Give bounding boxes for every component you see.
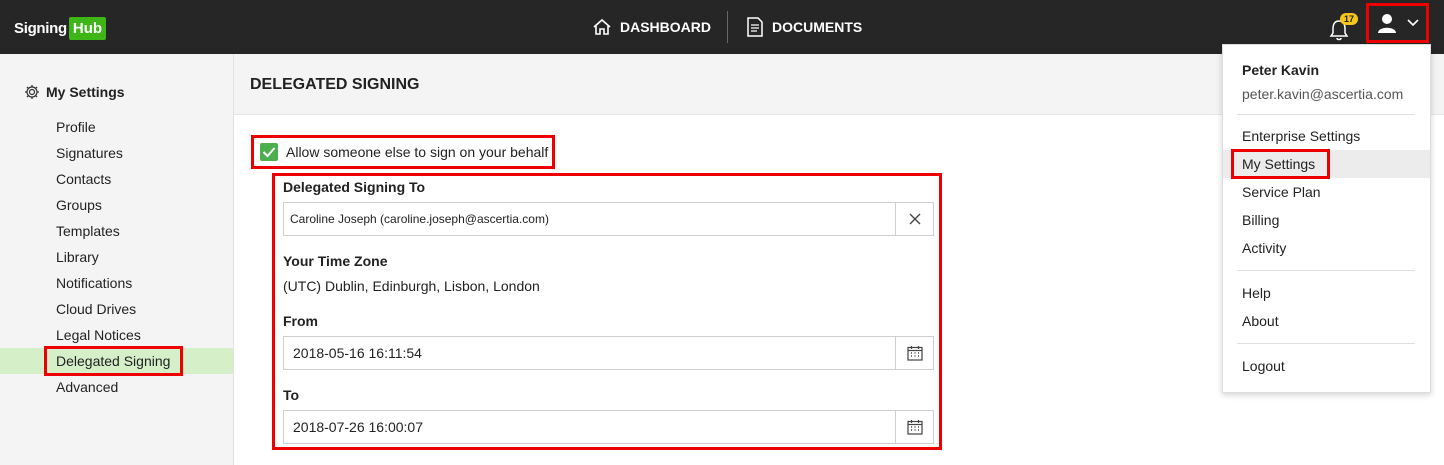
sidebar-item-legal-notices[interactable]: Legal Notices [56,322,141,348]
user-menu-button[interactable] [1366,3,1429,43]
calendar-icon [906,346,923,361]
from-date-value: 2018-05-16 16:11:54 [293,345,422,361]
logo-text-signing: Signing [14,19,67,37]
signinghub-logo[interactable]: Signing Hub [14,14,107,42]
menu-item-about[interactable]: About [1242,307,1279,335]
allow-delegation-option[interactable]: Allow someone else to sign on your behal… [251,135,555,169]
sidebar-title-label: My Settings [46,84,125,100]
nav-separator [727,11,728,43]
sidebar-item-cloud-drives[interactable]: Cloud Drives [56,296,136,322]
user-dropdown-menu: Peter Kavin peter.kavin@ascertia.com Ent… [1222,44,1431,393]
menu-item-activity[interactable]: Activity [1242,234,1286,262]
nav-dashboard[interactable]: DASHBOARD [592,0,711,54]
user-icon [1377,14,1396,33]
to-calendar-button[interactable] [895,411,933,443]
menu-item-help[interactable]: Help [1242,279,1271,307]
sidebar-item-groups[interactable]: Groups [56,192,102,218]
gear-icon [25,85,39,99]
from-calendar-button[interactable] [895,337,933,369]
user-name: Peter Kavin [1242,62,1320,78]
nav-documents-label: DOCUMENTS [772,19,863,35]
allow-delegation-label: Allow someone else to sign on your behal… [286,144,549,160]
settings-sidebar: My Settings Profile Signatures Contacts … [0,54,234,465]
to-date-input[interactable]: 2018-07-26 16:00:07 [283,410,934,444]
menu-item-logout[interactable]: Logout [1242,352,1285,380]
to-label: To [283,387,300,403]
calendar-icon [906,420,923,435]
to-date-value: 2018-07-26 16:00:07 [293,419,423,435]
notification-count-badge: 17 [1340,13,1359,25]
sidebar-active-callout [44,346,183,376]
sidebar-item-contacts[interactable]: Contacts [56,166,111,192]
nav-dashboard-label: DASHBOARD [620,19,711,35]
sidebar-item-library[interactable]: Library [56,244,99,270]
home-icon [593,18,611,35]
checkmark-icon [262,147,276,158]
sidebar-item-advanced[interactable]: Advanced [56,374,118,400]
sidebar-title: My Settings [24,84,125,100]
user-email: peter.kavin@ascertia.com [1242,86,1404,102]
close-icon [909,213,920,225]
sidebar-item-templates[interactable]: Templates [56,218,120,244]
from-date-input[interactable]: 2018-05-16 16:11:54 [283,336,934,370]
clear-delegate-button[interactable] [895,203,933,235]
menu-item-service-plan[interactable]: Service Plan [1242,178,1321,206]
document-icon [747,17,763,37]
delegate-to-label: Delegated Signing To [283,179,426,195]
menu-item-enterprise-settings[interactable]: Enterprise Settings [1242,122,1360,150]
menu-divider [1237,343,1415,344]
timezone-label: Your Time Zone [283,253,388,269]
chevron-down-icon [1406,19,1419,27]
timezone-value: (UTC) Dublin, Edinburgh, Lisbon, London [283,278,540,294]
menu-item-billing[interactable]: Billing [1242,206,1279,234]
sidebar-item-signatures[interactable]: Signatures [56,140,123,166]
main-nav: DASHBOARD DOCUMENTS [592,0,862,54]
page-title: DELEGATED SIGNING [250,76,420,93]
menu-divider [1237,114,1415,115]
logo-text-hub: Hub [68,16,107,40]
menu-active-callout [1231,149,1330,179]
nav-documents[interactable]: DOCUMENTS [746,0,862,54]
allow-delegation-checkbox[interactable] [260,143,278,161]
sidebar-item-notifications[interactable]: Notifications [56,270,132,296]
delegate-to-field[interactable]: Caroline Joseph (caroline.joseph@ascerti… [283,202,934,236]
sidebar-item-profile[interactable]: Profile [56,114,96,140]
menu-divider [1237,270,1415,271]
from-label: From [283,313,318,329]
delegate-to-value: Caroline Joseph (caroline.joseph@ascerti… [290,212,549,226]
